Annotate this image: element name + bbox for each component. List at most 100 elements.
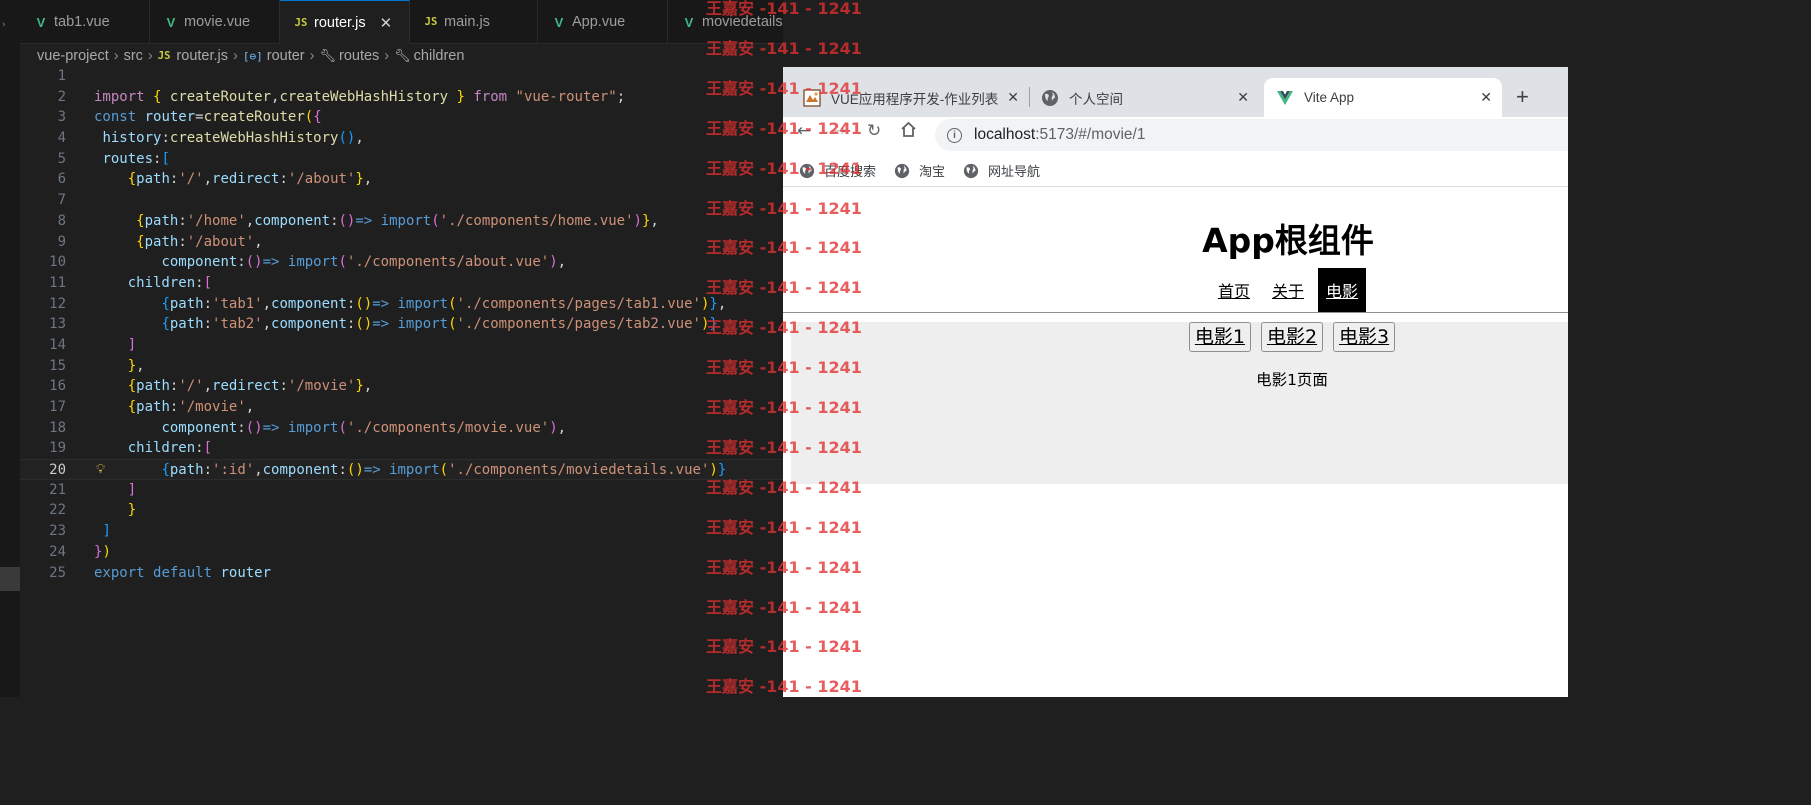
code-token: :	[338, 462, 347, 479]
code-text: {path:'/',redirect:'/about'},	[94, 169, 373, 190]
code-line: 13 {path:'tab2',component:()=> import('.…	[20, 314, 783, 335]
code-token: './components/about.vue'	[346, 254, 550, 271]
bookmark-baidu-search[interactable]: 百度搜索	[799, 161, 876, 180]
code-token: component	[161, 419, 238, 436]
code-token: export	[94, 564, 145, 581]
close-icon[interactable]: ✕	[1237, 89, 1249, 106]
movie-1-button[interactable]: 电影1	[1188, 322, 1251, 352]
browser-tab-vite-app[interactable]: Vite App ✕	[1264, 78, 1502, 117]
code-token: "vue-router"	[515, 88, 617, 105]
code-token: path	[136, 399, 170, 415]
site-info-icon[interactable]: i	[947, 127, 962, 143]
movie-3-button[interactable]: 电影3	[1333, 322, 1396, 352]
code-token: '/about'	[287, 171, 356, 188]
editor-tab[interactable]: V App.vue	[538, 0, 668, 44]
code-line: 19 children:[	[20, 438, 783, 459]
bookmark-taobao[interactable]: 淘宝	[894, 161, 945, 180]
code-token: :	[195, 440, 204, 457]
breadcrumb-child[interactable]: children	[414, 48, 465, 64]
nav-link-home[interactable]: 首页	[1210, 268, 1258, 312]
line-number: 3	[57, 109, 66, 126]
globe-icon	[799, 163, 815, 178]
browser-tab-personal[interactable]: 个人空间 ✕	[1041, 78, 1259, 117]
code-text: const router=createRouter({	[94, 107, 322, 128]
close-icon[interactable]: ✕	[1007, 89, 1019, 106]
movie-panel: 电影1 电影2 电影3 电影1页面	[791, 322, 1568, 484]
editor-tab[interactable]: Vmoviedetails.vue	[668, 0, 783, 44]
breadcrumb-symbol[interactable]: router	[267, 48, 305, 64]
editor-tab[interactable]: JS router.js ✕	[280, 0, 410, 44]
vue-file-icon: V	[36, 14, 46, 30]
vue-file-icon: V	[554, 14, 564, 30]
editor-tab-label: movie.vue	[184, 14, 251, 30]
app-nav: 首页 关于 电影	[783, 268, 1568, 312]
code-text: export default router	[94, 563, 271, 584]
code-area[interactable]: 1 2 import { createRouter,createWebHashHis…	[20, 66, 783, 583]
code-token: createWebHashHistory	[169, 130, 339, 147]
code-text: component:()=> import('./components/abou…	[94, 252, 566, 273]
activity-more-icon[interactable]: ›	[2, 20, 6, 30]
breadcrumb-file[interactable]: router.js	[176, 48, 228, 64]
code-text: {path:'tab2',component:()=> import('./co…	[94, 314, 717, 335]
page-viewport: App根组件 首页 关于 电影 电影1 电影2 电影3 电影1页面	[783, 188, 1568, 697]
code-token: ()	[338, 212, 356, 229]
reload-icon[interactable]: ↻	[867, 121, 881, 141]
address-bar[interactable]: i localhost:5173/#/movie/1	[935, 119, 1568, 151]
code-token: ,	[363, 171, 373, 188]
chevron-right-icon: ›	[309, 48, 315, 64]
code-token: '/'	[178, 378, 204, 395]
code-text: ]	[94, 335, 136, 356]
line-number: 25	[49, 564, 66, 581]
breadcrumb-property[interactable]: routes	[339, 48, 379, 64]
code-token: (	[439, 462, 449, 479]
breadcrumb-project[interactable]: vue-project	[37, 48, 109, 64]
code-line: 14 ]	[20, 335, 783, 356]
code-text: component:()=> import('./components/movi…	[94, 418, 566, 439]
editor-tab[interactable]: Vtab1.vue	[20, 0, 150, 44]
browser-tab-assignments[interactable]: VUE应用程序开发-作业列表 ✕	[803, 78, 1029, 117]
nav-link-movie[interactable]: 电影	[1318, 268, 1367, 312]
globe-icon	[1041, 89, 1059, 107]
bookmark-url-nav[interactable]: 网址导航	[963, 161, 1040, 180]
code-token: ()	[355, 316, 373, 333]
chevron-right-icon: ›	[113, 48, 119, 64]
nav-link-about[interactable]: 关于	[1264, 268, 1312, 312]
code-token: import	[287, 419, 339, 436]
app-title: App根组件	[1202, 221, 1374, 260]
code-line: 20 💡︎ {path:':id',component:()=> import('…	[20, 459, 783, 480]
bookmark-label: 网址导航	[988, 164, 1041, 179]
forward-arrow-icon[interactable]: →	[832, 121, 846, 141]
breadcrumb-folder[interactable]: src	[124, 48, 143, 64]
close-icon[interactable]: ✕	[1480, 89, 1492, 106]
code-token: '/home'	[186, 212, 246, 229]
code-token: path	[136, 378, 170, 395]
code-line: 24})	[20, 542, 783, 563]
back-arrow-icon[interactable]: ←	[797, 121, 811, 141]
code-token: (	[431, 212, 440, 229]
js-file-icon: JS	[157, 50, 171, 62]
code-token: routes	[102, 150, 154, 167]
close-icon[interactable]: ✕	[380, 14, 393, 32]
code-token: path	[144, 212, 179, 229]
code-token: {	[161, 316, 170, 333]
editor-tab[interactable]: Vmovie.vue	[150, 0, 280, 44]
home-icon[interactable]	[900, 121, 917, 143]
editor-tab[interactable]: JS main.js	[410, 0, 538, 44]
new-tab-button[interactable]: +	[1516, 84, 1529, 110]
line-number: 17	[49, 399, 66, 415]
code-line: 21 ]	[20, 480, 783, 501]
code-token: './components/home.vue'	[439, 212, 634, 229]
movie-2-button[interactable]: 电影2	[1260, 322, 1324, 352]
code-token: children	[127, 274, 196, 291]
line-number: 2	[57, 88, 66, 105]
code-token: :	[330, 212, 339, 229]
